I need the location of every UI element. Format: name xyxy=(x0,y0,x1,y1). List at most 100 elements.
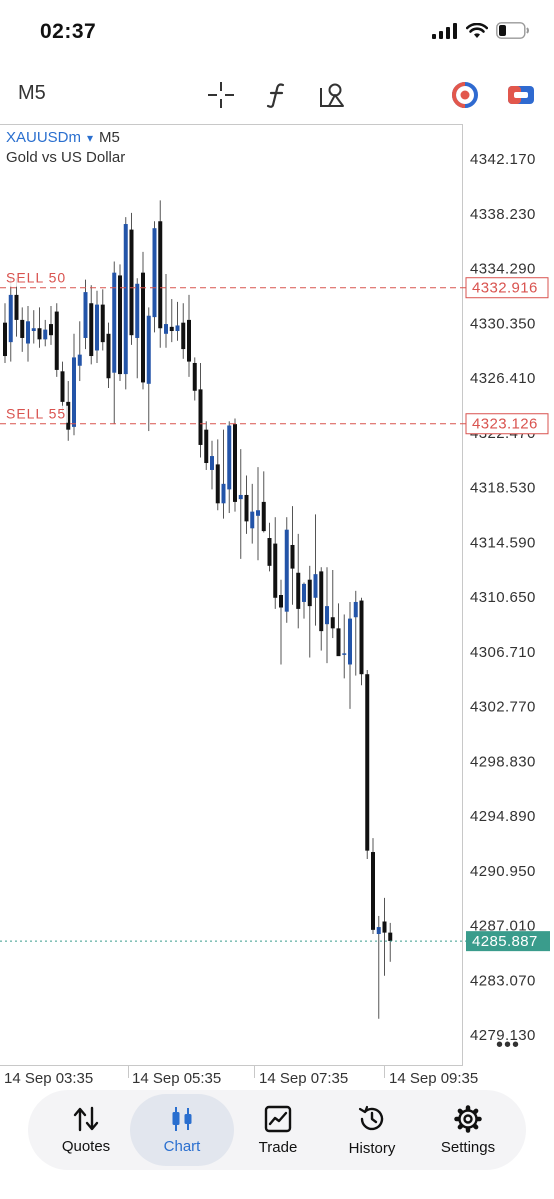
candle-body xyxy=(290,544,295,569)
wifi-icon xyxy=(466,22,488,38)
candle-body xyxy=(3,322,7,357)
candle-body xyxy=(250,511,255,529)
candle-body xyxy=(135,283,140,338)
candle-body xyxy=(89,303,94,357)
candle-body xyxy=(313,574,318,598)
current-price-label: 4285.887 xyxy=(472,933,538,950)
tab-chart[interactable]: Chart xyxy=(130,1094,234,1166)
candle-body xyxy=(261,501,266,532)
price-axis-label: 4294.890 xyxy=(470,808,536,825)
cellular-signal-icon xyxy=(432,22,457,39)
candle-body xyxy=(54,311,59,370)
price-axis-label: 4338.230 xyxy=(470,206,536,223)
candle-body xyxy=(106,333,111,379)
candle-body xyxy=(158,221,163,329)
candle-body xyxy=(31,328,36,332)
candle-body xyxy=(26,321,30,344)
candle-body xyxy=(273,543,278,598)
price-axis-label: 4318.530 xyxy=(470,480,536,497)
tab-quotes[interactable]: Quotes xyxy=(38,1094,134,1166)
candle-body xyxy=(365,674,370,851)
candle-body xyxy=(118,275,122,375)
candle-body xyxy=(376,927,381,935)
time-label: 14 Sep 03:35 xyxy=(4,1070,94,1087)
price-axis-label: 4314.590 xyxy=(470,534,536,551)
time-axis: 14 Sep 03:35 14 Sep 05:35 14 Sep 07:35 1… xyxy=(0,1066,554,1092)
indicator-f-icon[interactable] xyxy=(262,80,292,110)
candle-body xyxy=(49,324,53,336)
candle-body xyxy=(37,328,42,340)
history-clock-icon xyxy=(358,1105,384,1130)
symbol-description: Gold vs US Dollar xyxy=(6,149,126,166)
chevron-down-icon: ▾ xyxy=(87,130,94,145)
candle-body xyxy=(210,456,214,470)
tab-settings[interactable]: Settings xyxy=(420,1094,516,1166)
time-tick xyxy=(254,1066,255,1078)
tab-label: Quotes xyxy=(61,1137,111,1155)
candle-body xyxy=(20,319,25,338)
candle-body xyxy=(371,852,375,930)
tab-label: Settings xyxy=(440,1138,496,1156)
candle-body xyxy=(141,272,145,383)
timeframe-selector[interactable]: M5 xyxy=(18,82,46,105)
settings-gear-icon xyxy=(454,1104,482,1133)
candle-body xyxy=(388,932,393,941)
candle-body xyxy=(123,224,128,375)
time-label: 14 Sep 07:35 xyxy=(259,1070,349,1087)
candle-body xyxy=(77,354,82,366)
candle-body xyxy=(8,294,13,343)
candle-body xyxy=(359,600,364,675)
candle-body xyxy=(43,329,48,340)
candle-body xyxy=(181,322,186,350)
candle-body xyxy=(296,572,301,609)
candle-body xyxy=(244,494,249,522)
price-axis-label: 4330.350 xyxy=(470,315,536,332)
candle-body xyxy=(342,653,347,655)
candle-body xyxy=(152,228,157,318)
symbol-selector[interactable]: XAUUSDm ▾ M5 xyxy=(6,129,120,146)
price-axis-label: 4326.410 xyxy=(470,370,536,387)
candle-body xyxy=(233,424,237,502)
price-axis-label: 4290.950 xyxy=(470,863,536,880)
candle-body xyxy=(319,571,324,632)
candle-body xyxy=(83,292,88,338)
candle-body xyxy=(348,618,352,665)
order-price-label: 4323.126 xyxy=(472,416,538,433)
candle-body xyxy=(14,294,19,320)
candle-body xyxy=(169,326,174,332)
candle-body xyxy=(215,464,220,504)
candle-body xyxy=(129,229,134,336)
tab-history[interactable]: History xyxy=(324,1094,420,1166)
trade-chart-icon xyxy=(264,1105,292,1132)
candle-body xyxy=(187,319,191,362)
order-label: SELL 55 xyxy=(6,406,66,422)
price-axis-label: 4306.710 xyxy=(470,644,536,661)
candle-body xyxy=(146,315,151,384)
chart-toolbar: M5 xyxy=(0,70,554,120)
symbol-timeframe: M5 xyxy=(99,129,120,146)
candle-body xyxy=(330,617,335,629)
candle-body xyxy=(325,606,329,625)
crosshair-icon[interactable] xyxy=(206,80,236,110)
trade-toggle-icon[interactable] xyxy=(506,80,536,110)
price-chart[interactable]: 4342.170 4338.230 4334.290 4330.350 4326.410… xyxy=(0,124,554,1068)
battery-icon xyxy=(496,22,529,39)
price-axis-label: 4334.290 xyxy=(470,261,536,278)
symbol-name: XAUUSDm xyxy=(6,129,82,146)
tab-trade[interactable]: Trade xyxy=(230,1094,326,1166)
more-options-icon[interactable]: ••• xyxy=(496,1034,520,1057)
chart-area[interactable]: 4342.170 4338.230 4334.290 4330.350 4326.410… xyxy=(0,124,554,1068)
order-price-label: 4332.916 xyxy=(472,280,538,297)
status-time: 02:37 xyxy=(40,20,97,43)
candle-body xyxy=(302,583,306,602)
candle-body xyxy=(336,628,341,657)
one-click-trading-icon[interactable] xyxy=(450,80,480,110)
tab-label: Chart xyxy=(163,1137,201,1155)
time-label: 14 Sep 09:35 xyxy=(389,1070,479,1087)
candle-body xyxy=(353,601,358,618)
candle-body xyxy=(256,510,260,516)
objects-icon[interactable] xyxy=(318,80,348,110)
candle-body xyxy=(227,425,232,490)
price-axis-label: 4302.770 xyxy=(470,699,536,716)
time-tick xyxy=(128,1066,129,1078)
